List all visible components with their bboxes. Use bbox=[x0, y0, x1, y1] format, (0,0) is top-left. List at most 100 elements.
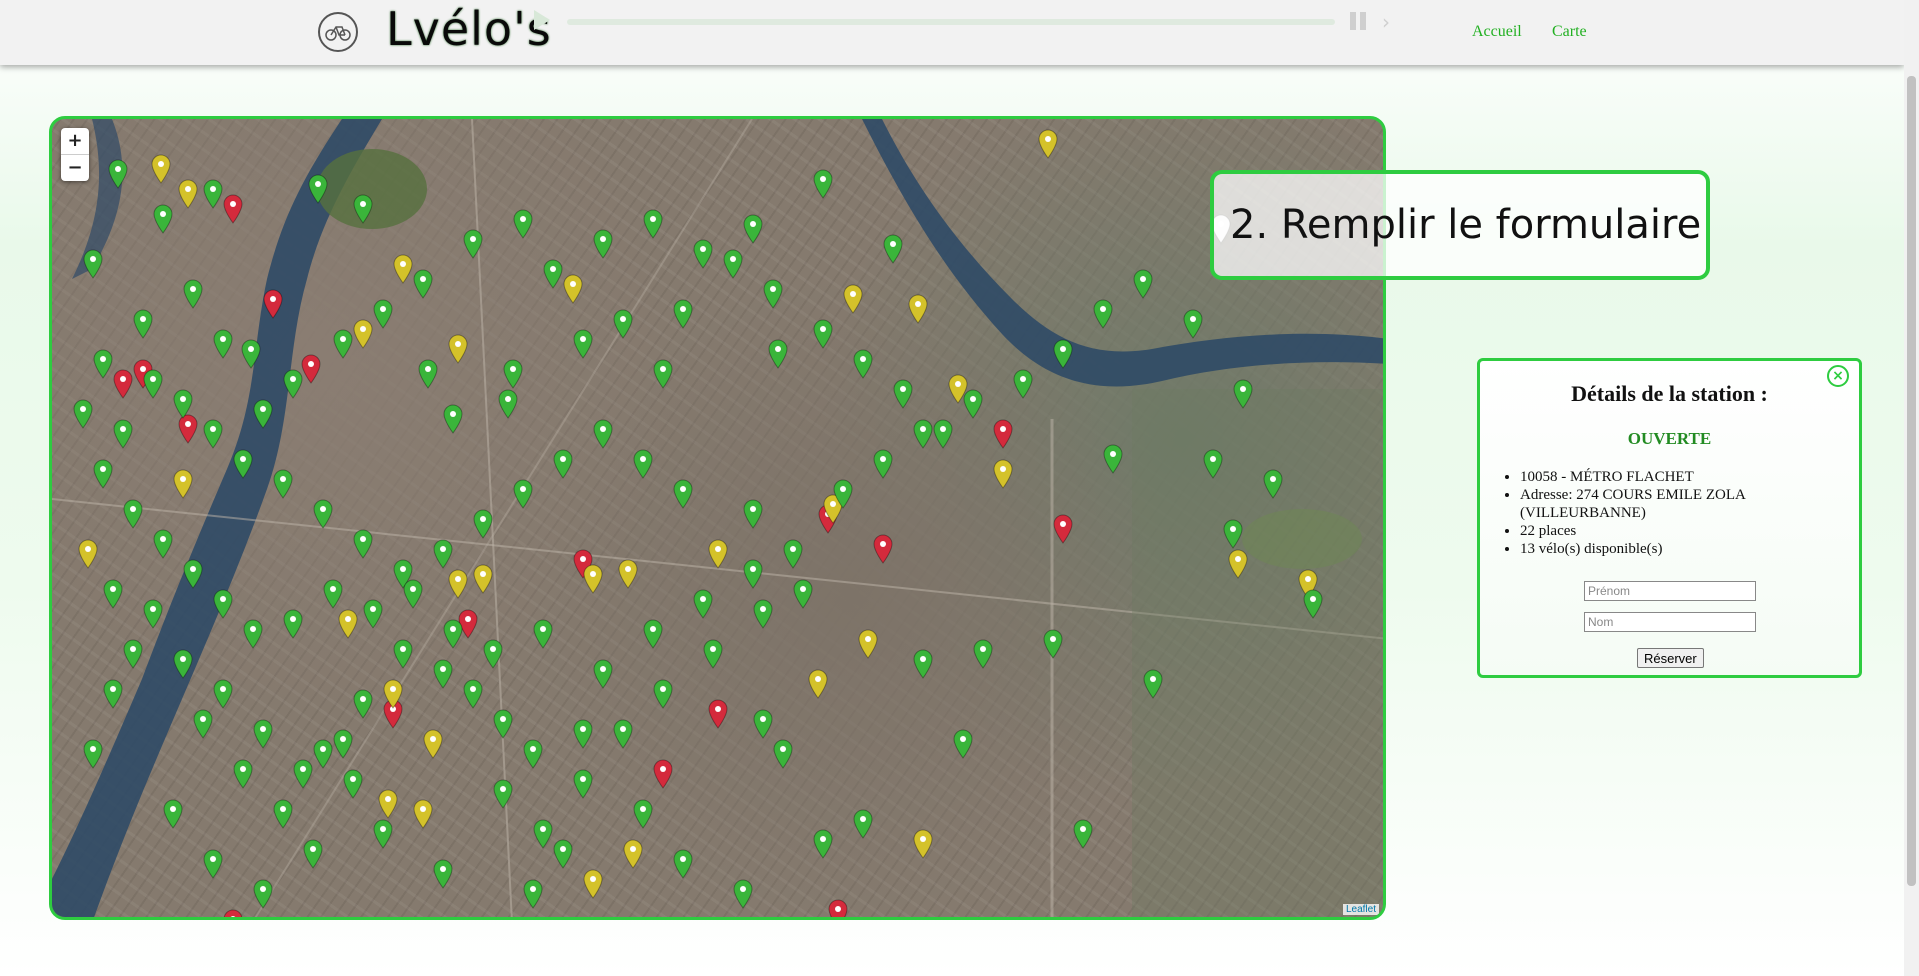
station-marker-icon[interactable] bbox=[722, 249, 744, 279]
station-marker-icon[interactable] bbox=[252, 879, 274, 909]
station-marker-icon[interactable] bbox=[212, 589, 234, 619]
station-marker-icon[interactable] bbox=[852, 349, 874, 379]
station-marker-icon[interactable] bbox=[912, 829, 934, 859]
station-marker-icon[interactable] bbox=[332, 329, 354, 359]
station-marker-icon[interactable] bbox=[202, 419, 224, 449]
station-marker-icon[interactable] bbox=[1227, 549, 1249, 579]
station-marker-icon[interactable] bbox=[1102, 444, 1124, 474]
station-marker-icon[interactable] bbox=[202, 179, 224, 209]
station-marker-icon[interactable] bbox=[102, 579, 124, 609]
station-marker-icon[interactable] bbox=[172, 469, 194, 499]
station-marker-icon[interactable] bbox=[1182, 309, 1204, 339]
station-marker-icon[interactable] bbox=[322, 579, 344, 609]
station-marker-icon[interactable] bbox=[532, 819, 554, 849]
station-marker-icon[interactable] bbox=[462, 679, 484, 709]
station-marker-icon[interactable] bbox=[142, 599, 164, 629]
station-marker-icon[interactable] bbox=[652, 359, 674, 389]
station-marker-icon[interactable] bbox=[512, 209, 534, 239]
station-marker-icon[interactable] bbox=[232, 759, 254, 789]
station-marker-icon[interactable] bbox=[892, 379, 914, 409]
station-marker-icon[interactable] bbox=[172, 649, 194, 679]
station-marker-icon[interactable] bbox=[232, 449, 254, 479]
station-marker-icon[interactable] bbox=[1092, 299, 1114, 329]
station-marker-icon[interactable] bbox=[472, 564, 494, 594]
station-marker-icon[interactable] bbox=[582, 564, 604, 594]
station-marker-icon[interactable] bbox=[497, 389, 519, 419]
station-marker-icon[interactable] bbox=[442, 404, 464, 434]
station-marker-icon[interactable] bbox=[412, 269, 434, 299]
station-marker-icon[interactable] bbox=[992, 459, 1014, 489]
station-marker-icon[interactable] bbox=[1202, 449, 1224, 479]
station-marker-icon[interactable] bbox=[772, 739, 794, 769]
station-marker-icon[interactable] bbox=[742, 559, 764, 589]
station-marker-icon[interactable] bbox=[282, 609, 304, 639]
station-marker-icon[interactable] bbox=[222, 909, 244, 920]
station-marker-icon[interactable] bbox=[1132, 269, 1154, 299]
station-marker-icon[interactable] bbox=[152, 529, 174, 559]
station-marker-icon[interactable] bbox=[162, 799, 184, 829]
station-marker-icon[interactable] bbox=[672, 849, 694, 879]
station-marker-icon[interactable] bbox=[202, 849, 224, 879]
station-marker-icon[interactable] bbox=[767, 339, 789, 369]
station-marker-icon[interactable] bbox=[582, 869, 604, 899]
station-marker-icon[interactable] bbox=[417, 359, 439, 389]
station-marker-icon[interactable] bbox=[442, 619, 464, 649]
zoom-in-button[interactable]: + bbox=[61, 128, 89, 155]
station-marker-icon[interactable] bbox=[402, 579, 424, 609]
station-marker-icon[interactable] bbox=[992, 419, 1014, 449]
station-marker-icon[interactable] bbox=[1302, 589, 1324, 619]
station-marker-icon[interactable] bbox=[432, 539, 454, 569]
station-marker-icon[interactable] bbox=[907, 294, 929, 324]
station-marker-icon[interactable] bbox=[652, 679, 674, 709]
station-marker-icon[interactable] bbox=[292, 759, 314, 789]
station-marker-icon[interactable] bbox=[632, 449, 654, 479]
station-marker-icon[interactable] bbox=[692, 589, 714, 619]
station-marker-icon[interactable] bbox=[447, 569, 469, 599]
firstname-field[interactable] bbox=[1584, 581, 1756, 601]
station-marker-icon[interactable] bbox=[702, 639, 724, 669]
station-marker-icon[interactable] bbox=[352, 194, 374, 224]
station-marker-icon[interactable] bbox=[1012, 369, 1034, 399]
station-marker-icon[interactable] bbox=[352, 529, 374, 559]
station-marker-icon[interactable] bbox=[752, 709, 774, 739]
station-marker-icon[interactable] bbox=[622, 839, 644, 869]
nav-accueil[interactable]: Accueil bbox=[1472, 23, 1522, 41]
station-marker-icon[interactable] bbox=[542, 259, 564, 289]
station-marker-icon[interactable] bbox=[522, 879, 544, 909]
station-marker-icon[interactable] bbox=[1072, 819, 1094, 849]
station-marker-icon[interactable] bbox=[742, 214, 764, 244]
station-marker-icon[interactable] bbox=[962, 389, 984, 419]
station-marker-icon[interactable] bbox=[1037, 129, 1059, 159]
station-marker-icon[interactable] bbox=[857, 629, 879, 659]
station-marker-icon[interactable] bbox=[707, 699, 729, 729]
station-marker-icon[interactable] bbox=[812, 829, 834, 859]
station-marker-icon[interactable] bbox=[352, 689, 374, 719]
station-marker-icon[interactable] bbox=[282, 369, 304, 399]
station-marker-icon[interactable] bbox=[872, 449, 894, 479]
station-marker-icon[interactable] bbox=[592, 419, 614, 449]
station-marker-icon[interactable] bbox=[102, 679, 124, 709]
station-marker-icon[interactable] bbox=[492, 709, 514, 739]
station-marker-icon[interactable] bbox=[592, 659, 614, 689]
station-marker-icon[interactable] bbox=[152, 204, 174, 234]
station-marker-icon[interactable] bbox=[742, 499, 764, 529]
station-marker-icon[interactable] bbox=[612, 309, 634, 339]
station-marker-icon[interactable] bbox=[82, 249, 104, 279]
station-marker-icon[interactable] bbox=[562, 274, 584, 304]
station-marker-icon[interactable] bbox=[302, 839, 324, 869]
station-marker-icon[interactable] bbox=[632, 799, 654, 829]
station-marker-icon[interactable] bbox=[107, 159, 129, 189]
station-marker-icon[interactable] bbox=[617, 559, 639, 589]
station-marker-icon[interactable] bbox=[552, 839, 574, 869]
station-marker-icon[interactable] bbox=[432, 659, 454, 689]
station-marker-icon[interactable] bbox=[112, 419, 134, 449]
station-marker-icon[interactable] bbox=[182, 559, 204, 589]
station-marker-icon[interactable] bbox=[812, 319, 834, 349]
station-marker-icon[interactable] bbox=[952, 729, 974, 759]
station-marker-icon[interactable] bbox=[762, 279, 784, 309]
station-marker-icon[interactable] bbox=[432, 859, 454, 889]
station-marker-icon[interactable] bbox=[672, 299, 694, 329]
station-marker-icon[interactable] bbox=[1052, 514, 1074, 544]
station-marker-icon[interactable] bbox=[92, 349, 114, 379]
station-marker-icon[interactable] bbox=[262, 289, 284, 319]
